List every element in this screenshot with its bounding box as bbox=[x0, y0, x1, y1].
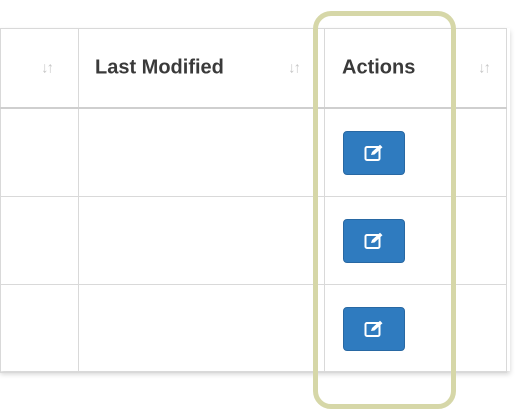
table-cell bbox=[78, 284, 325, 373]
table-row bbox=[0, 284, 507, 373]
column-header-label: Actions bbox=[342, 56, 416, 79]
table-row bbox=[0, 107, 507, 197]
table-cell bbox=[0, 107, 79, 197]
edit-icon bbox=[364, 232, 384, 250]
sort-icon[interactable]: ↓↑ bbox=[41, 60, 54, 77]
column-header-actions[interactable]: Actions ↓↑ bbox=[324, 28, 507, 109]
table-header-row: ↓↑ Last Modified ↓↑ Actions ↓↑ bbox=[0, 28, 507, 109]
sort-icon[interactable]: ↓↑ bbox=[478, 60, 491, 77]
data-table: ↓↑ Last Modified ↓↑ Actions ↓↑ bbox=[0, 28, 507, 373]
actions-cell bbox=[324, 284, 507, 373]
edit-icon bbox=[364, 144, 384, 162]
actions-cell bbox=[324, 107, 507, 197]
edit-button[interactable] bbox=[343, 306, 405, 351]
column-header-label: Last Modified bbox=[95, 56, 224, 79]
table-cell bbox=[78, 196, 325, 285]
data-table-container: ↓↑ Last Modified ↓↑ Actions ↓↑ bbox=[0, 28, 510, 373]
table-row bbox=[0, 196, 507, 285]
actions-cell bbox=[324, 196, 507, 285]
table-cell bbox=[78, 107, 325, 197]
sort-icon[interactable]: ↓↑ bbox=[288, 60, 301, 77]
edit-button[interactable] bbox=[343, 130, 405, 175]
edit-button[interactable] bbox=[343, 218, 405, 263]
table-cell bbox=[0, 284, 79, 373]
column-header-last-modified[interactable]: Last Modified ↓↑ bbox=[78, 28, 325, 109]
edit-icon bbox=[364, 320, 384, 338]
column-header-previous[interactable]: ↓↑ bbox=[0, 28, 79, 109]
table-cell bbox=[0, 196, 79, 285]
